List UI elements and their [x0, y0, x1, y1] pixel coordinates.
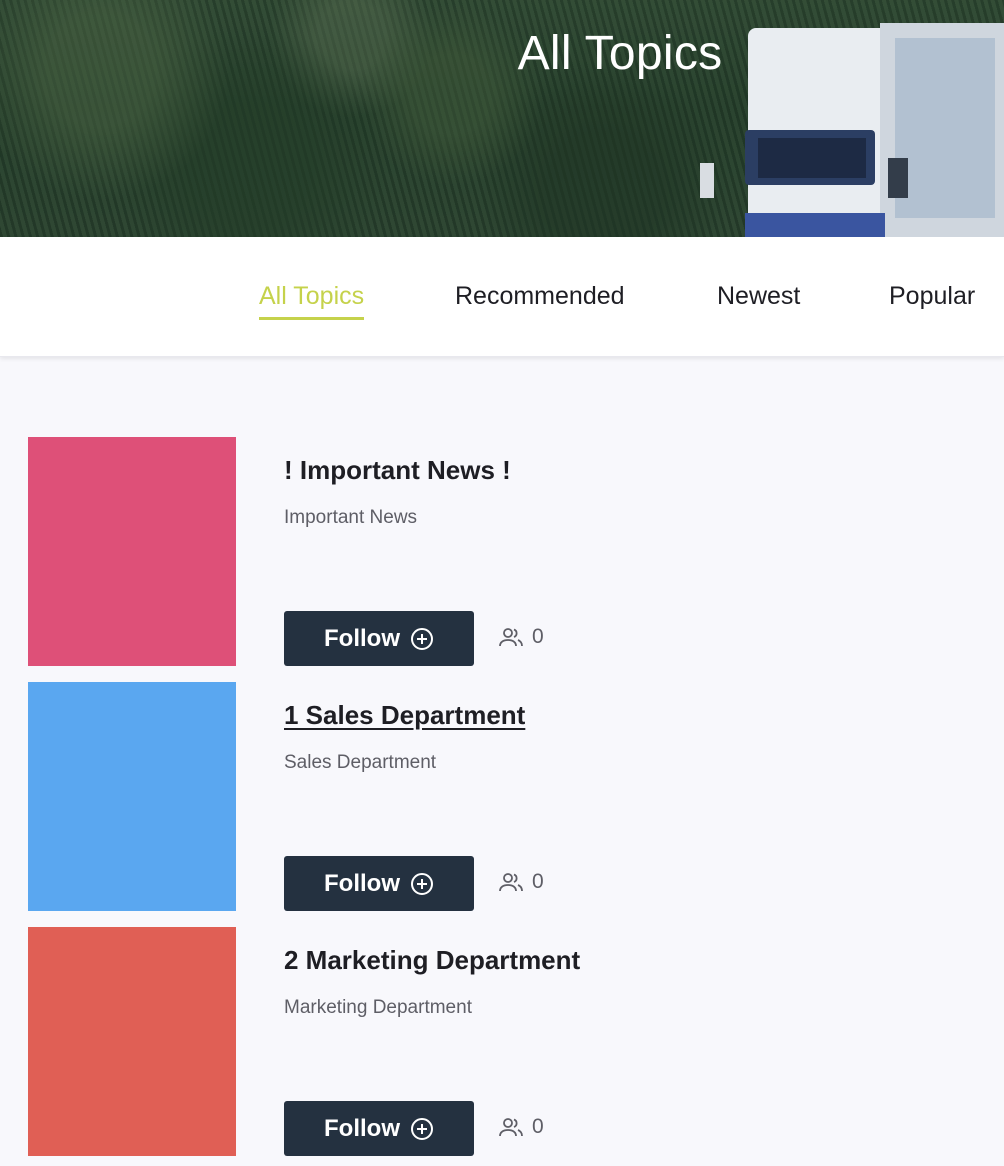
topic-title[interactable]: 2 Marketing Department	[284, 945, 580, 976]
topic-list: ! Important News ! Important News Follow…	[0, 357, 1004, 1166]
follower-count: 0	[499, 1115, 544, 1139]
topic-card: ! Important News ! Important News Follow…	[0, 437, 1004, 682]
users-icon	[499, 1118, 523, 1137]
topic-description: Marketing Department	[284, 997, 472, 1018]
topic-card: 1 Sales Department Sales Department Foll…	[0, 682, 1004, 927]
follow-button[interactable]: Follow	[284, 611, 474, 666]
follower-count-value: 0	[532, 1115, 544, 1138]
tab-all-topics[interactable]: All Topics	[259, 282, 365, 320]
users-icon	[499, 873, 523, 892]
topic-title[interactable]: ! Important News !	[284, 455, 511, 486]
topic-title[interactable]: 1 Sales Department	[284, 700, 525, 731]
topic-image[interactable]	[28, 927, 236, 1156]
plus-circle-icon	[410, 627, 433, 650]
follower-count-value: 0	[532, 870, 544, 893]
plus-circle-icon	[410, 1117, 433, 1140]
hero-banner: All Topics	[0, 0, 1004, 237]
follow-button[interactable]: Follow	[284, 1101, 474, 1156]
follower-count: 0	[499, 870, 544, 894]
topic-image[interactable]	[28, 437, 236, 666]
topic-description: Important News	[284, 507, 418, 528]
topic-description: Sales Department	[284, 752, 437, 773]
page-title: All Topics	[517, 27, 723, 80]
tab-recommended[interactable]: Recommended	[455, 282, 625, 317]
topic-image[interactable]	[28, 682, 236, 911]
follow-label: Follow	[324, 869, 400, 897]
topic-card: 2 Marketing Department Marketing Departm…	[0, 927, 1004, 1166]
follow-label: Follow	[324, 624, 400, 652]
follower-count-value: 0	[532, 625, 544, 648]
follow-button[interactable]: Follow	[284, 856, 474, 911]
topic-tabs: All Topics Recommended Newest Popular	[0, 237, 1004, 357]
follow-label: Follow	[324, 1114, 400, 1142]
tab-newest[interactable]: Newest	[717, 282, 800, 317]
users-icon	[499, 628, 523, 647]
tab-popular[interactable]: Popular	[889, 282, 975, 317]
plus-circle-icon	[410, 872, 433, 895]
follower-count: 0	[499, 625, 544, 649]
